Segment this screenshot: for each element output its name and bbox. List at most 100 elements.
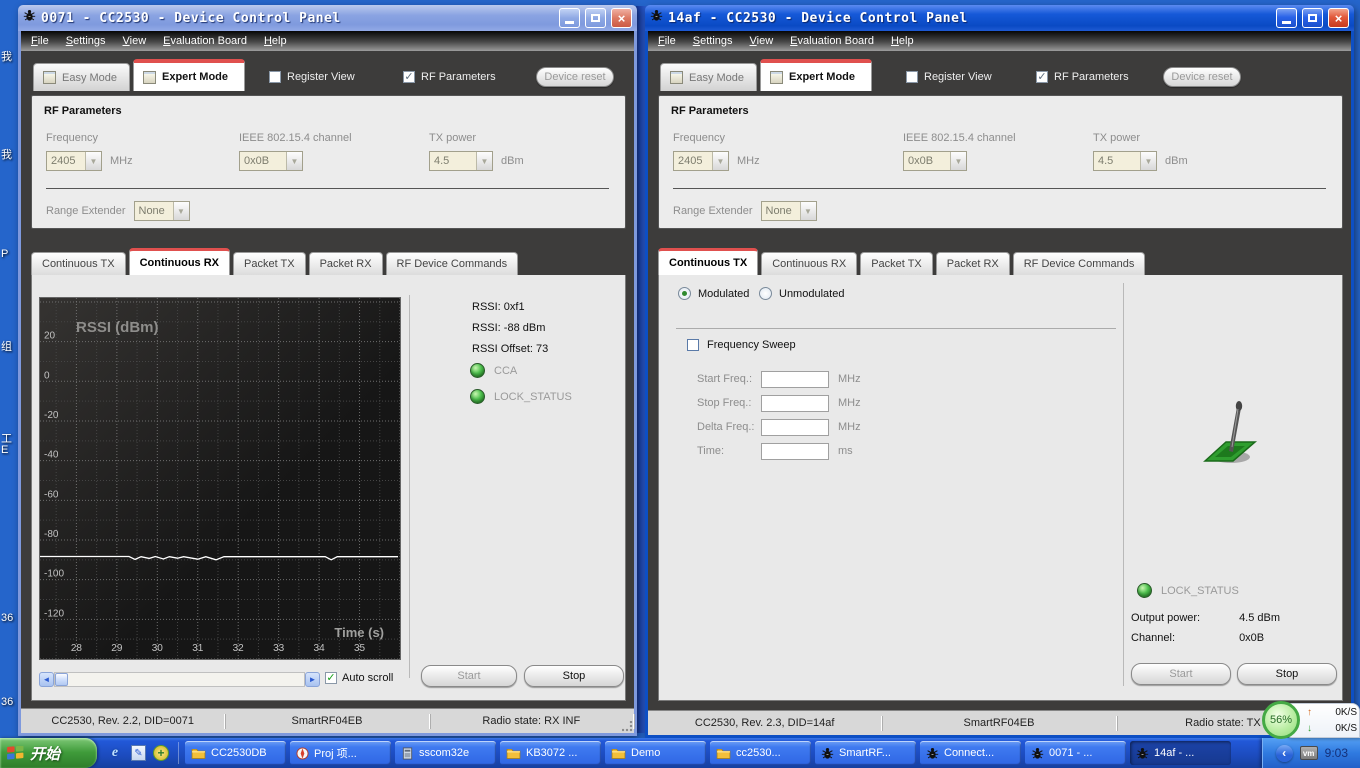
tray-collapse-icon[interactable]: ‹ xyxy=(1275,744,1293,762)
frequency-value: 2405 xyxy=(678,155,703,167)
register-view-checkbox[interactable]: Register View xyxy=(269,71,355,83)
tab-label: Easy Mode xyxy=(62,71,118,84)
vmware-tray-icon[interactable]: vm xyxy=(1299,746,1318,760)
svg-text:33: 33 xyxy=(273,643,285,654)
tab-packet-rx[interactable]: Packet RX xyxy=(935,252,1010,275)
scroll-right-icon[interactable]: ► xyxy=(305,671,320,687)
tab-continuous-tx[interactable]: Continuous TX xyxy=(31,252,126,275)
safety-360-icon[interactable]: + xyxy=(153,745,169,761)
tab-expert-mode[interactable]: Expert Mode xyxy=(760,59,872,91)
taskbar-button-connect[interactable]: Connect... xyxy=(920,741,1021,765)
tx-power-select[interactable]: 4.5 ▼ xyxy=(429,151,493,171)
tab-easy-mode[interactable]: Easy Mode xyxy=(33,63,130,91)
channel-select[interactable]: 0x0B ▼ xyxy=(903,151,967,171)
taskbar-button-14af[interactable]: 14af - ... xyxy=(1130,741,1231,765)
menu-help[interactable]: Help xyxy=(264,35,287,47)
taskbar-button-cc2530[interactable]: cc2530... xyxy=(710,741,811,765)
range-extender-select[interactable]: None ▼ xyxy=(760,201,817,221)
menu-evaluation-board[interactable]: Evaluation Board xyxy=(163,35,247,47)
tab-packet-tx[interactable]: Packet TX xyxy=(860,252,933,275)
start-freq-input[interactable] xyxy=(761,370,829,388)
menu-evaluation-board[interactable]: Evaluation Board xyxy=(790,35,874,47)
menu-view[interactable]: View xyxy=(750,35,774,47)
rf-parameters-checkbox[interactable]: ✓ RF Parameters xyxy=(403,71,496,83)
start-button[interactable]: Start xyxy=(421,665,517,687)
close-button[interactable]: × xyxy=(611,8,632,28)
maximize-button[interactable] xyxy=(1302,8,1323,28)
maximize-button[interactable] xyxy=(585,8,606,28)
radio-button[interactable] xyxy=(759,287,772,300)
taskbar-button-kb3072[interactable]: KB3072 ... xyxy=(500,741,601,765)
menu-settings[interactable]: Settings xyxy=(66,35,106,47)
stop-button[interactable]: Stop xyxy=(1237,663,1337,685)
frequency-label: Frequency xyxy=(673,132,725,144)
notes-icon[interactable]: ✎ xyxy=(131,745,146,761)
checkbox-box[interactable]: ✓ xyxy=(1036,71,1048,83)
svg-text:-100: -100 xyxy=(44,569,64,580)
clock[interactable]: 9:03 xyxy=(1325,746,1348,760)
modulated-radio[interactable]: Modulated xyxy=(678,287,749,300)
checkbox-box[interactable]: ✓ xyxy=(403,71,415,83)
title-bar[interactable]: 14af - CC2530 - Device Control Panel × xyxy=(645,5,1354,31)
taskbar-button-smartrf[interactable]: SmartRF... xyxy=(815,741,916,765)
resize-grip[interactable] xyxy=(622,721,633,732)
tab-continuous-rx[interactable]: Continuous RX xyxy=(128,248,231,275)
frequency-select[interactable]: 2405 ▼ xyxy=(673,151,729,171)
chart-scrollbar[interactable]: ◄ ► xyxy=(39,671,320,687)
minimize-button[interactable] xyxy=(559,8,580,28)
taskbar-button-cc2530db[interactable]: CC2530DB xyxy=(185,741,286,765)
start-button[interactable]: 开始 xyxy=(0,738,97,768)
taskbar-button-proj[interactable]: Proj 项... xyxy=(290,741,391,765)
lock-status-label: LOCK_STATUS xyxy=(1161,584,1239,597)
checkbox-box[interactable]: ✓ xyxy=(325,672,337,684)
menu-help[interactable]: Help xyxy=(891,35,914,47)
start-button[interactable]: Start xyxy=(1131,663,1231,685)
menu-file[interactable]: File xyxy=(658,35,676,47)
tab-easy-mode[interactable]: Easy Mode xyxy=(660,63,757,91)
close-button[interactable]: × xyxy=(1328,8,1349,28)
channel-select[interactable]: 0x0B ▼ xyxy=(239,151,303,171)
taskbar-button-0071[interactable]: 0071 - ... xyxy=(1025,741,1126,765)
checkbox-box[interactable] xyxy=(269,71,281,83)
desktop-icon-label-fragment: E xyxy=(1,444,9,456)
frequency-select[interactable]: 2405 ▼ xyxy=(46,151,102,171)
range-extender-select[interactable]: None ▼ xyxy=(133,201,190,221)
tab-continuous-rx[interactable]: Continuous RX xyxy=(761,252,858,275)
minimize-button[interactable] xyxy=(1276,8,1297,28)
menu-view[interactable]: View xyxy=(123,35,147,47)
device-reset-button[interactable]: Device reset xyxy=(1163,67,1241,87)
tab-rf-device-commands[interactable]: RF Device Commands xyxy=(385,252,519,275)
register-view-checkbox[interactable]: Register View xyxy=(906,71,992,83)
memory-usage-badge[interactable]: 56% xyxy=(1262,701,1300,739)
checkbox-box[interactable] xyxy=(687,339,699,351)
scrollbar-thumb[interactable] xyxy=(55,672,68,686)
checkbox-box[interactable] xyxy=(906,71,918,83)
scroll-left-icon[interactable]: ◄ xyxy=(39,671,54,687)
chevron-down-icon: ▼ xyxy=(1140,152,1156,170)
tab-packet-tx[interactable]: Packet TX xyxy=(233,252,306,275)
taskbar-button-demo[interactable]: Demo xyxy=(605,741,706,765)
unmodulated-radio[interactable]: Unmodulated xyxy=(759,287,844,300)
desktop-icon-label-fragment: 36 xyxy=(1,696,14,708)
device-reset-button[interactable]: Device reset xyxy=(536,67,614,87)
tab-expert-mode[interactable]: Expert Mode xyxy=(133,59,245,91)
auto-scroll-checkbox[interactable]: ✓ Auto scroll xyxy=(325,672,393,684)
delta-freq-input[interactable] xyxy=(761,418,829,436)
tab-rf-device-commands[interactable]: RF Device Commands xyxy=(1012,252,1146,275)
tab-continuous-tx[interactable]: Continuous TX xyxy=(658,248,759,275)
menu-settings[interactable]: Settings xyxy=(693,35,733,47)
taskbar-button-sscom32e[interactable]: sscom32e xyxy=(395,741,496,765)
stop-button[interactable]: Stop xyxy=(524,665,624,687)
menu-file[interactable]: File xyxy=(31,35,49,47)
radio-button[interactable] xyxy=(678,287,691,300)
rf-parameters-checkbox[interactable]: ✓ RF Parameters xyxy=(1036,71,1129,83)
chevron-down-icon: ▼ xyxy=(85,152,101,170)
stop-freq-input[interactable] xyxy=(761,394,829,412)
time-input[interactable] xyxy=(761,442,829,460)
scrollbar-track[interactable] xyxy=(54,671,305,687)
tab-packet-rx[interactable]: Packet RX xyxy=(308,252,383,275)
internet-explorer-icon[interactable]: e xyxy=(106,744,124,762)
tx-power-select[interactable]: 4.5 ▼ xyxy=(1093,151,1157,171)
title-bar[interactable]: 0071 - CC2530 - Device Control Panel × xyxy=(18,5,637,31)
frequency-sweep-checkbox[interactable]: Frequency Sweep xyxy=(687,339,796,351)
